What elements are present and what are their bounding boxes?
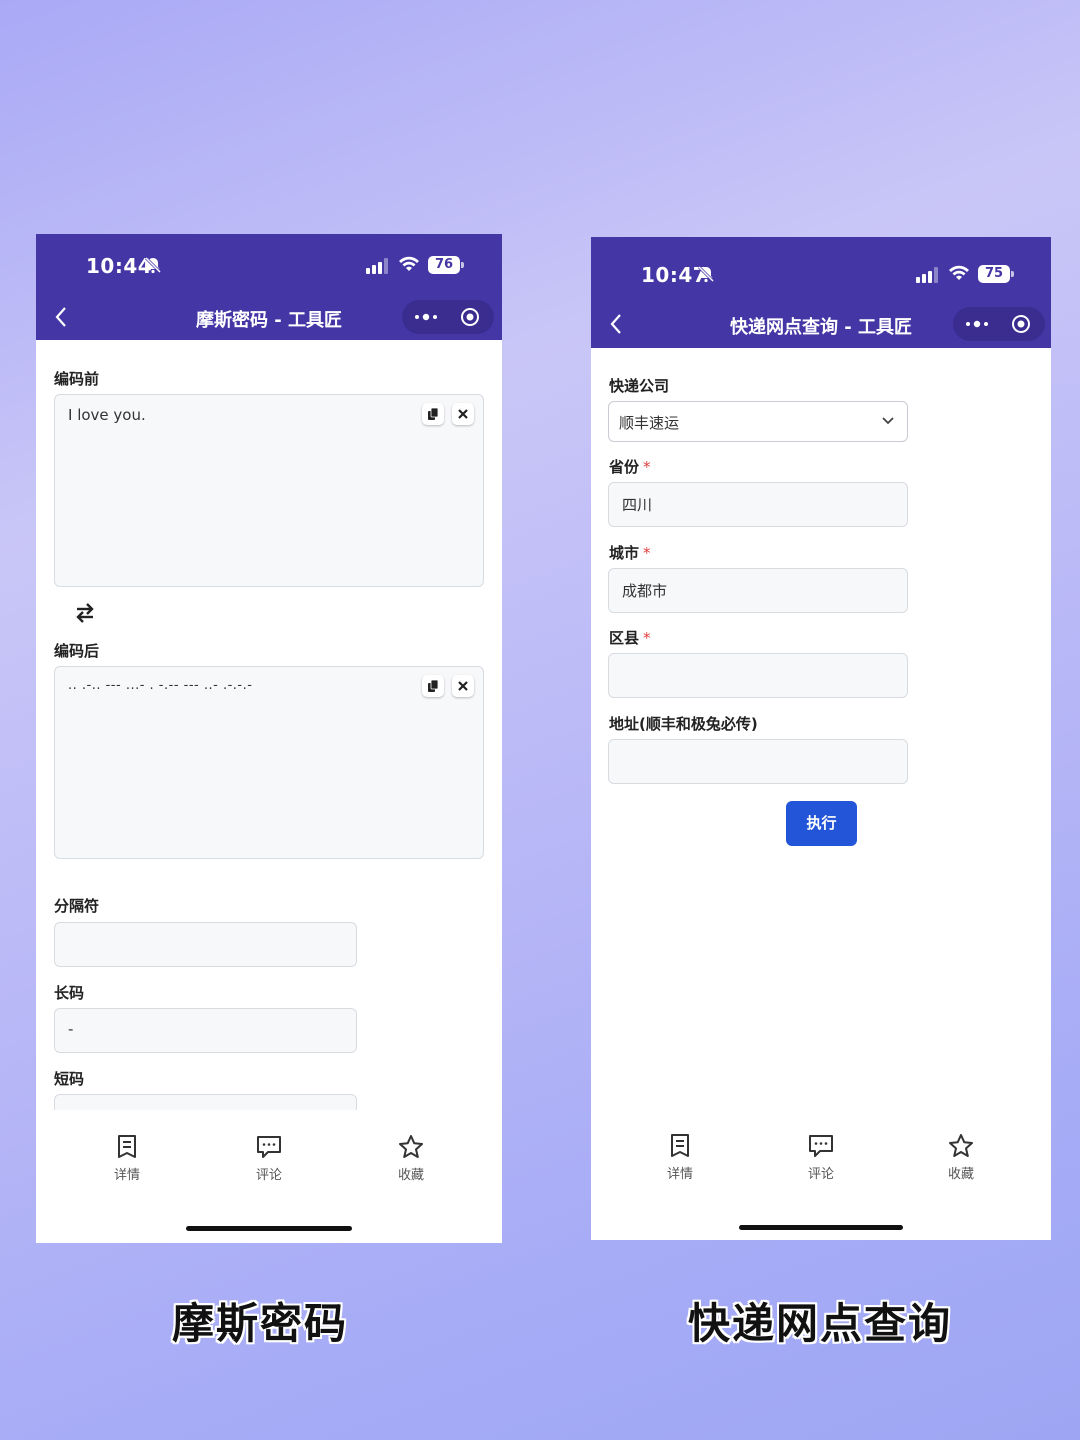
comment-icon — [809, 1135, 833, 1157]
header-bar: 10:47 75 快递网点查询 - 工具匠 — [591, 237, 1051, 348]
tab-label: 收藏 — [397, 1168, 424, 1183]
clear-button[interactable] — [452, 675, 474, 697]
more-dots-icon[interactable] — [414, 310, 438, 324]
signal-icon — [916, 267, 938, 283]
battery-level: 76 — [434, 257, 454, 272]
close-icon — [458, 681, 468, 691]
home-indicator — [739, 1225, 903, 1230]
nav-bar: 摩斯密码 - 工具匠 — [36, 294, 502, 340]
before-label: 编码前 — [54, 370, 100, 388]
tab-details[interactable]: 详情 — [87, 1134, 167, 1183]
home-indicator — [186, 1226, 352, 1231]
tab-label: 收藏 — [947, 1167, 974, 1182]
tab-details[interactable]: 详情 — [640, 1133, 720, 1182]
after-label: 编码后 — [54, 642, 100, 660]
comment-icon — [257, 1136, 281, 1158]
city-label-text: 城市 — [609, 544, 640, 562]
close-target-icon[interactable] — [460, 307, 480, 327]
copy-button[interactable] — [422, 675, 444, 697]
caption-right: 快递网点查询 — [688, 1299, 953, 1348]
province-value: 四川 — [622, 496, 653, 514]
swap-arrows-icon[interactable] — [74, 602, 96, 624]
city-label: 城市 * — [609, 542, 651, 563]
silent-bell-icon — [144, 256, 162, 274]
battery-icon: 75 — [978, 265, 1014, 283]
battery-level: 75 — [984, 266, 1004, 281]
status-bar: 10:44 76 — [36, 234, 502, 294]
tab-comments[interactable]: 评论 — [781, 1133, 861, 1182]
tab-comments[interactable]: 评论 — [229, 1134, 309, 1183]
star-icon — [399, 1135, 423, 1158]
separator-label: 分隔符 — [54, 897, 100, 915]
nav-bar: 快递网点查询 - 工具匠 — [591, 301, 1051, 347]
district-input[interactable] — [608, 653, 908, 698]
long-code-value: - — [68, 1020, 74, 1038]
before-text: I love you. — [68, 406, 146, 424]
copy-icon — [428, 680, 439, 692]
status-bar: 10:47 75 — [591, 237, 1051, 297]
clear-button[interactable] — [452, 403, 474, 425]
document-icon — [671, 1134, 689, 1157]
province-label-text: 省份 — [609, 458, 640, 476]
close-target-icon[interactable] — [1011, 314, 1031, 334]
district-label: 区县 * — [609, 627, 651, 648]
copy-icon — [428, 408, 439, 420]
province-label: 省份 * — [609, 456, 651, 477]
tab-label: 评论 — [807, 1167, 834, 1182]
after-text: .. .-.. --- ...- . -.-- --- ..- .-.-.- — [68, 678, 253, 693]
mini-program-capsule — [402, 300, 494, 334]
battery-icon: 76 — [428, 256, 464, 274]
more-dots-icon[interactable] — [965, 317, 989, 331]
required-mark: * — [643, 458, 651, 476]
copy-button[interactable] — [422, 403, 444, 425]
silent-bell-icon — [697, 265, 715, 283]
city-input[interactable]: 成都市 — [608, 568, 908, 613]
tab-label: 评论 — [255, 1168, 282, 1183]
header-bar: 10:44 76 摩斯密码 - 工具匠 — [36, 234, 502, 340]
company-value: 顺丰速运 — [619, 414, 680, 432]
district-label-text: 区县 — [609, 629, 640, 647]
bottom-tab-bar: 详情 评论 收藏 — [36, 1110, 502, 1243]
before-textarea[interactable]: I love you. — [54, 394, 484, 587]
short-code-label: 短码 — [54, 1070, 85, 1088]
status-time: 10:44 — [86, 254, 153, 278]
city-value: 成都市 — [622, 582, 668, 600]
document-icon — [118, 1135, 136, 1158]
mini-program-capsule — [953, 307, 1045, 341]
after-textarea[interactable]: .. .-.. --- ...- . -.-- --- ..- .-.-.- — [54, 666, 484, 859]
long-code-input[interactable]: - — [54, 1008, 357, 1053]
province-input[interactable]: 四川 — [608, 482, 908, 527]
wifi-icon — [399, 256, 419, 271]
caption-left: 摩斯密码 — [172, 1299, 349, 1348]
required-mark: * — [643, 629, 651, 647]
tab-favorite[interactable]: 收藏 — [921, 1133, 1001, 1182]
tab-label: 详情 — [666, 1167, 693, 1182]
long-code-label: 长码 — [54, 984, 85, 1002]
tab-favorite[interactable]: 收藏 — [371, 1134, 451, 1183]
wifi-icon — [949, 265, 969, 280]
chevron-down-icon — [882, 417, 894, 425]
address-input[interactable] — [608, 739, 908, 784]
separator-input[interactable] — [54, 922, 357, 967]
address-label: 地址(顺丰和极兔必传) — [609, 715, 758, 733]
close-icon — [458, 409, 468, 419]
bottom-tab-bar: 详情 评论 收藏 — [591, 1113, 1051, 1240]
express-outlet-screen: 10:47 75 快递网点查询 - 工具匠 快递公司 顺丰速运 省份 * 四川 … — [591, 237, 1051, 1240]
morse-code-screen: 10:44 76 摩斯密码 - 工具匠 编码前 I love you. 编码后 … — [36, 234, 502, 1243]
tab-label: 详情 — [113, 1168, 140, 1183]
required-mark: * — [643, 544, 651, 562]
star-icon — [949, 1134, 973, 1157]
company-label: 快递公司 — [609, 377, 670, 395]
execute-button[interactable]: 执行 — [786, 801, 857, 846]
company-select[interactable]: 顺丰速运 — [608, 401, 908, 442]
signal-icon — [366, 258, 388, 274]
